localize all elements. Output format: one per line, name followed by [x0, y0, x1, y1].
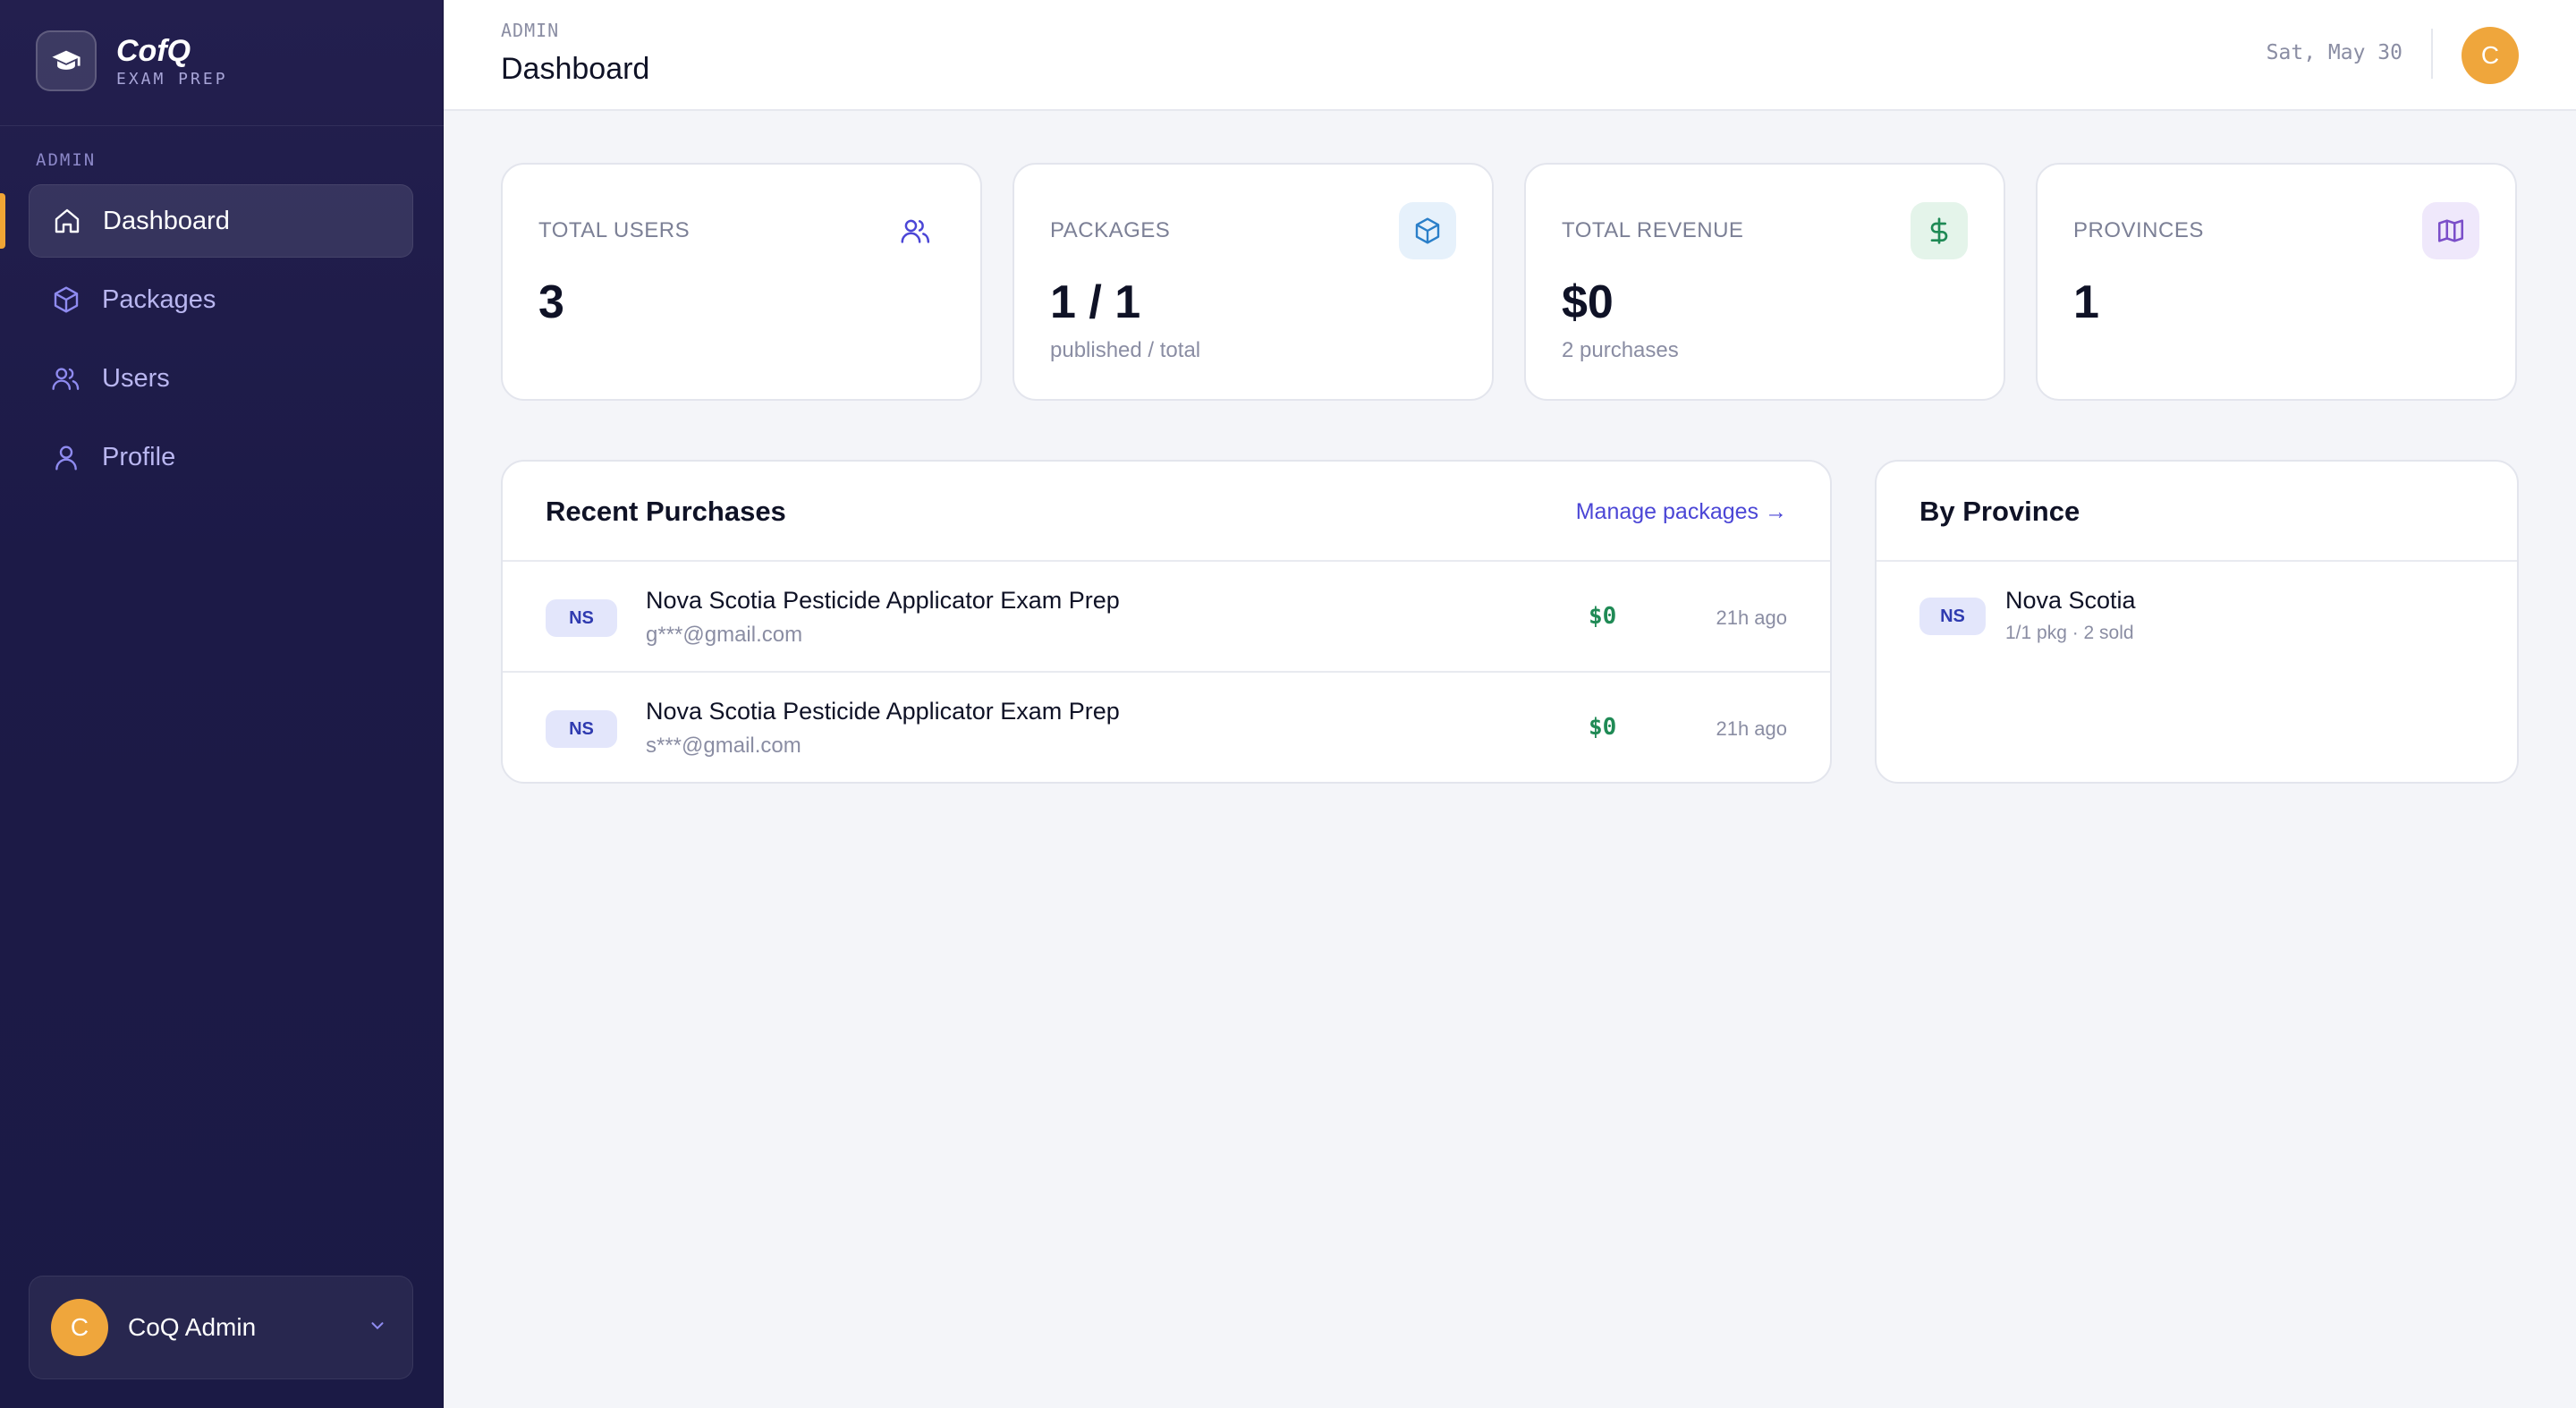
province-badge: NS [546, 710, 617, 748]
sidebar-item-users[interactable]: Users [29, 342, 413, 415]
by-province-panel: By Province NS Nova Scotia 1/1 pkg · 2 s… [1875, 460, 2519, 784]
panel-header: By Province [1877, 462, 2517, 562]
buyer-email: s***@gmail.com [646, 734, 801, 758]
users-icon [50, 362, 82, 394]
brand-name: CofQ [116, 33, 191, 68]
sidebar-item-packages[interactable]: Packages [29, 263, 413, 336]
page-title: Dashboard [501, 52, 650, 86]
stat-value: $0 [1562, 276, 1614, 328]
panel-title: By Province [1919, 496, 2080, 527]
chevron-down-icon [368, 1316, 387, 1340]
stats-row: TOTAL USERS 3 PACKAGES 1 / 1 published /… [501, 163, 2519, 401]
graduation-cap-icon [36, 30, 97, 91]
stat-value: 3 [538, 276, 564, 328]
divider [2431, 29, 2433, 79]
box-icon [50, 284, 82, 316]
sidebar-item-label: Profile [102, 442, 176, 471]
manage-packages-link[interactable]: Manage packages → [1576, 499, 1787, 525]
brand-subtitle: EXAM PREP [116, 69, 228, 89]
province-row[interactable]: NS Nova Scotia 1/1 pkg · 2 sold [1877, 562, 2517, 673]
box-icon [1399, 202, 1456, 259]
recent-purchases-panel: Recent Purchases Manage packages → NS No… [501, 460, 1832, 784]
home-icon [51, 205, 83, 237]
sidebar-item-label: Dashboard [103, 206, 230, 235]
breadcrumb: ADMIN [501, 20, 560, 41]
user-name: CoQ Admin [128, 1313, 257, 1341]
stat-label: TOTAL USERS [538, 218, 691, 242]
sidebar-item-profile[interactable]: Profile [29, 420, 413, 494]
stat-subtext: published / total [1050, 338, 1201, 362]
stat-subtext: 2 purchases [1562, 338, 1679, 362]
purchase-row[interactable]: NS Nova Scotia Pesticide Applicator Exam… [503, 673, 1830, 782]
purchase-time: 21h ago [1716, 717, 1787, 740]
sidebar-item-dashboard[interactable]: Dashboard [29, 184, 413, 258]
stat-card-total-revenue: TOTAL REVENUE $0 2 purchases [1524, 163, 2005, 401]
header-avatar[interactable]: C [2462, 27, 2519, 84]
stat-card-total-users: TOTAL USERS 3 [501, 163, 982, 401]
purchase-row[interactable]: NS Nova Scotia Pesticide Applicator Exam… [503, 562, 1830, 673]
stat-label: PROVINCES [2073, 218, 2204, 242]
province-badge: NS [1919, 598, 1986, 635]
panel-title: Recent Purchases [546, 496, 786, 527]
sidebar-item-label: Packages [102, 284, 216, 314]
current-date: Sat, May 30 [2266, 41, 2402, 64]
active-indicator [0, 193, 5, 249]
stat-card-provinces: PROVINCES 1 [2036, 163, 2517, 401]
province-badge: NS [546, 599, 617, 637]
stat-value: 1 [2073, 276, 2099, 328]
sidebar-item-label: Users [102, 363, 170, 393]
divider [0, 125, 444, 126]
stat-card-packages: PACKAGES 1 / 1 published / total [1013, 163, 1494, 401]
package-title: Nova Scotia Pesticide Applicator Exam Pr… [646, 587, 1120, 614]
users-icon [887, 202, 945, 259]
purchase-amount: $0 [1589, 603, 1617, 630]
purchase-time: 21h ago [1716, 606, 1787, 629]
nav-section-label: ADMIN [36, 150, 97, 170]
dollar-icon [1911, 202, 1968, 259]
top-header: ADMIN Dashboard Sat, May 30 C [444, 0, 2576, 111]
panel-header: Recent Purchases Manage packages → [503, 462, 1830, 562]
user-icon [50, 441, 82, 473]
stat-label: TOTAL REVENUE [1562, 218, 1744, 242]
stat-label: PACKAGES [1050, 218, 1171, 242]
avatar: C [51, 1299, 108, 1356]
purchase-amount: $0 [1589, 714, 1617, 741]
package-title: Nova Scotia Pesticide Applicator Exam Pr… [646, 698, 1120, 725]
brand[interactable]: CofQ EXAM PREP [36, 30, 228, 91]
map-icon [2422, 202, 2479, 259]
sidebar-nav: Dashboard Packages Users Profile [29, 184, 413, 499]
stat-value: 1 / 1 [1050, 276, 1141, 328]
user-menu-button[interactable]: C CoQ Admin [29, 1276, 413, 1379]
province-name: Nova Scotia [2005, 587, 2136, 614]
buyer-email: g***@gmail.com [646, 623, 803, 647]
sidebar: CofQ EXAM PREP ADMIN Dashboard Packages … [0, 0, 444, 1408]
province-summary: 1/1 pkg · 2 sold [2005, 623, 2134, 643]
